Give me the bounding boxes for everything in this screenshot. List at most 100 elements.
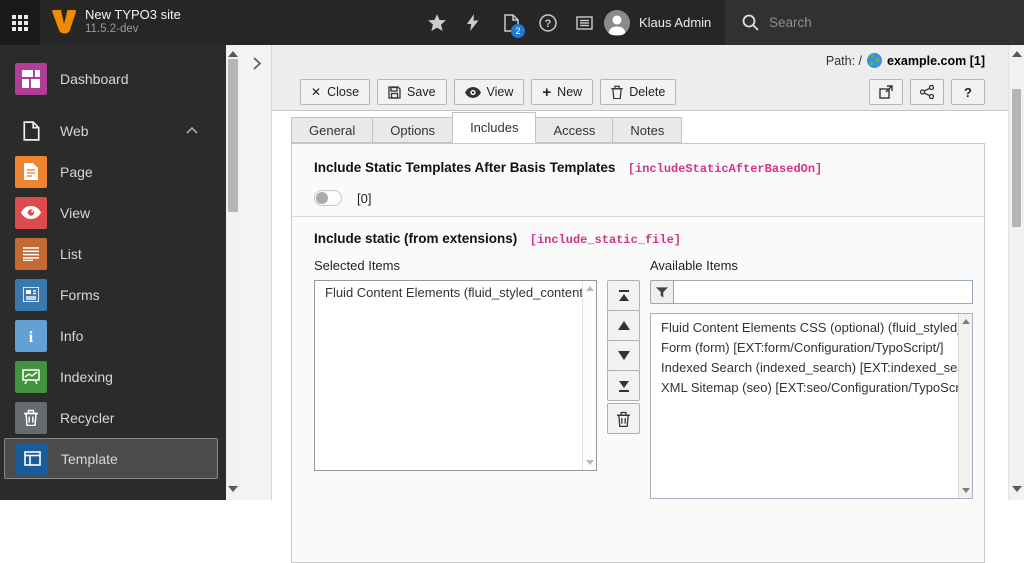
toggle-row: [0] (314, 190, 962, 206)
template-icon (16, 442, 48, 475)
trash-icon (15, 401, 47, 434)
tab-notes[interactable]: Notes (612, 117, 683, 143)
tab-access[interactable]: Access (535, 117, 614, 143)
breadcrumb: Path: / example.com [1] (826, 53, 985, 68)
view-button[interactable]: View (453, 79, 525, 105)
search-input[interactable] (769, 15, 969, 30)
available-items-column: Available Items Fluid Content Elements C… (650, 258, 973, 499)
listbox-scrollbar[interactable] (582, 281, 596, 470)
sidebar-item-web[interactable]: Web (0, 110, 226, 151)
includes-tab-panel: Include Static Templates After Basis Tem… (291, 143, 985, 563)
save-icon (388, 85, 401, 99)
sidebar-item-label: Info (60, 327, 84, 344)
sidebar-item-recycler[interactable]: Recycler (0, 397, 226, 438)
filter-input[interactable] (674, 280, 973, 304)
sidebar-item-list[interactable]: List (0, 233, 226, 274)
available-items-heading: Available Items (650, 258, 738, 273)
topbar: New TYPO3 site 11.5.2-dev 2 ? Klaus Admi… (0, 0, 1024, 45)
available-items-listbox[interactable]: Fluid Content Elements CSS (optional) (f… (650, 313, 973, 499)
star-icon (428, 14, 446, 31)
sidebar-item-info[interactable]: i Info (0, 315, 226, 356)
sidebar-item-dashboard[interactable]: Dashboard (0, 58, 226, 99)
module-menu-toggle-button[interactable] (0, 0, 40, 45)
page-reference: example.com [1] (887, 53, 985, 68)
context-help-button[interactable]: ? (951, 79, 985, 105)
scroll-up-arrow[interactable] (961, 319, 970, 324)
listbox-scrollbar[interactable] (958, 314, 972, 498)
delete-button[interactable]: Delete (600, 79, 677, 105)
open-in-new-window-button[interactable] (869, 79, 903, 105)
selected-items-column: Selected Items Fluid Content Elements (f… (314, 258, 597, 499)
form-tabs: General Options Includes Access Notes (291, 112, 683, 143)
dual-select: Selected Items Fluid Content Elements (f… (314, 258, 973, 499)
module-menu-scrollbar[interactable] (226, 45, 240, 500)
field-code: [includeStaticAfterBasedOn] (627, 162, 823, 176)
move-down-button[interactable] (607, 340, 640, 371)
sidebar-item-page[interactable]: Page (0, 151, 226, 192)
move-up-button[interactable] (607, 310, 640, 341)
help-button[interactable]: ? (535, 0, 561, 45)
close-button[interactable]: ✕ Close (300, 79, 371, 105)
selected-option[interactable]: Fluid Content Elements (fluid_styled_con… (315, 281, 582, 302)
typo3-logo-icon (51, 10, 77, 34)
clear-cache-button[interactable] (461, 0, 485, 45)
sidebar-item-forms[interactable]: Forms (0, 274, 226, 315)
tab-options[interactable]: Options (372, 117, 454, 143)
funnel-icon (656, 286, 668, 298)
scroll-up-arrow[interactable] (585, 286, 594, 291)
scroll-down-arrow[interactable] (1011, 486, 1022, 492)
scroll-down-arrow[interactable] (228, 486, 238, 492)
scrollbar-thumb[interactable] (228, 59, 238, 212)
info-icon: i (15, 319, 47, 352)
move-to-bottom-button[interactable] (607, 370, 640, 401)
globe-icon (867, 53, 883, 68)
content-scrollbar[interactable] (1008, 45, 1024, 500)
available-option[interactable]: XML Sitemap (seo) [EXT:seo/Configuration… (651, 378, 958, 398)
scroll-down-arrow[interactable] (961, 488, 970, 493)
include-static-section: Include static (from extensions) [includ… (292, 217, 984, 499)
module-menu: Dashboard Web Page View List Forms i Inf… (0, 45, 226, 500)
forms-icon (15, 278, 47, 311)
list-icon (575, 15, 593, 30)
bookmarks-button[interactable] (424, 0, 450, 45)
filter-button[interactable] (650, 280, 674, 304)
sidebar-item-label: List (60, 245, 82, 262)
chevron-up-icon[interactable] (186, 127, 198, 134)
site-info: New TYPO3 site 11.5.2-dev (85, 7, 181, 37)
selected-items-heading: Selected Items (314, 258, 400, 273)
list-lines-icon (15, 237, 47, 270)
sidebar-item-template[interactable]: Template (4, 438, 218, 479)
sidebar-item-label: Forms (60, 286, 100, 303)
indexing-chart-icon (15, 360, 47, 393)
available-option[interactable]: Fluid Content Elements CSS (optional) (f… (651, 318, 958, 338)
opened-documents-button[interactable] (498, 0, 524, 45)
scroll-down-arrow[interactable] (585, 460, 594, 465)
selected-items-listbox[interactable]: Fluid Content Elements (fluid_styled_con… (314, 280, 597, 471)
scroll-up-arrow[interactable] (1011, 51, 1022, 57)
field-heading: Include static (from extensions) [includ… (314, 230, 962, 248)
pagetree-expand-button[interactable] (248, 54, 266, 72)
toggle-knob (316, 192, 328, 204)
bolt-icon (467, 14, 479, 31)
scroll-up-arrow[interactable] (228, 51, 238, 57)
sidebar-item-label: Recycler (60, 409, 115, 426)
save-button[interactable]: Save (377, 79, 447, 105)
available-option[interactable]: Indexed Search (indexed_search) [EXT:ind… (651, 358, 958, 378)
share-button[interactable] (910, 79, 944, 105)
tab-general[interactable]: General (291, 117, 374, 143)
available-option[interactable]: Form (form) [EXT:form/Configuration/Typo… (651, 338, 958, 358)
svg-text:i: i (29, 329, 34, 345)
trash-icon (611, 85, 623, 99)
sidebar-item-indexing[interactable]: Indexing (0, 356, 226, 397)
static-after-toggle[interactable] (314, 190, 342, 206)
move-to-top-button[interactable] (607, 280, 640, 311)
scrollbar-thumb[interactable] (1012, 89, 1021, 227)
field-code: [include_static_file] (529, 233, 681, 247)
new-button[interactable]: + New (531, 79, 594, 105)
tab-includes[interactable]: Includes (452, 112, 537, 143)
sidebar-item-view[interactable]: View (0, 192, 226, 233)
path-label: Path: / (825, 53, 863, 68)
user-menu-button[interactable]: Klaus Admin (592, 0, 723, 45)
username: Klaus Admin (639, 15, 712, 30)
remove-item-button[interactable] (607, 403, 640, 434)
